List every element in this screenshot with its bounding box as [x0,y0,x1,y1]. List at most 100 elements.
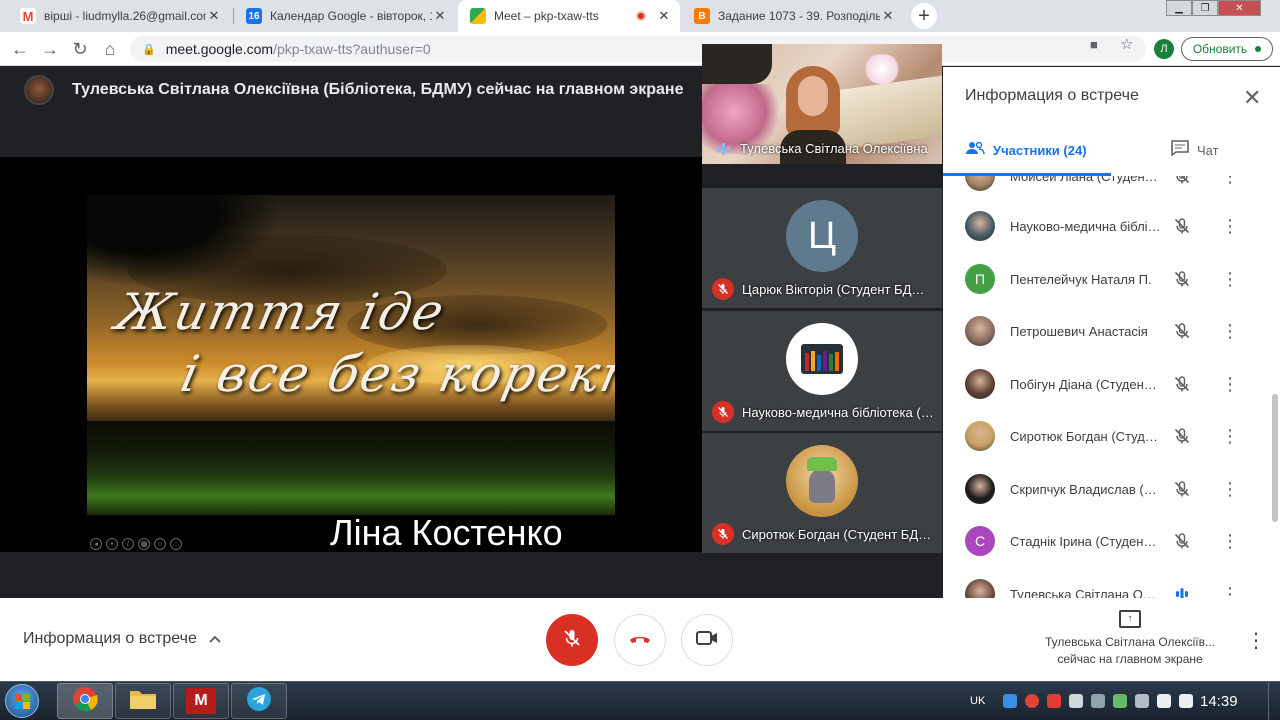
meeting-info-button[interactable]: Информация о встрече [23,630,221,648]
speaking-indicator-icon[interactable] [1171,583,1193,598]
update-button[interactable]: Обновить [1181,37,1273,61]
participant-avatar [786,445,858,517]
close-tab-icon[interactable]: ✕ [432,8,448,24]
toggle-mic-button[interactable] [546,614,598,666]
tab-chat[interactable]: Чат [1171,137,1219,163]
slides-grid-icon[interactable]: ▦ [138,538,150,550]
more-dot-icon [1255,46,1262,52]
tab-chat-label: Чат [1197,142,1219,158]
pen-icon[interactable]: / [122,538,134,550]
bookmark-star-icon[interactable]: ☆ [1120,35,1133,53]
more-options-icon[interactable]: ⋮ [1246,628,1266,653]
toggle-camera-button[interactable] [681,614,733,666]
forward-arrow-icon[interactable]: → [38,37,62,61]
profile-avatar[interactable]: Л [1154,39,1174,59]
show-desktop-button[interactable] [1268,682,1280,720]
taskbar-ppt-master[interactable]: M [173,683,229,719]
presentation-status[interactable]: ↑ Тулевська Світлана Олексіїв... сейчас … [1030,610,1230,668]
participant-row[interactable]: Побігун Діана (Студент БДМУ) ⋮ [943,358,1280,410]
participant-row[interactable]: С Стаднік Ірина (Студент БДМУ) ⋮ [943,515,1280,567]
participants-list[interactable]: Мойсей Ліана (Студент БДМУ)⋮Науково-меди… [943,176,1280,598]
zoom-icon[interactable]: ○ [154,538,166,550]
presenter-avatar [24,75,54,105]
volume-icon[interactable] [1179,694,1194,708]
windows-taskbar: M UK 14:39 [0,681,1280,720]
more-vert-icon[interactable]: ⋮ [1221,176,1239,185]
participant-tile[interactable]: Ц Царюк Вікторія (Студент БДМУ) [702,188,942,308]
tab-title: Meet – pkp-txaw-tts [494,9,599,23]
close-tab-icon[interactable]: ✕ [206,8,222,24]
participant-row[interactable]: Сиротюк Богдан (Студент БДМУ) ⋮ [943,410,1280,462]
browser-tab-strip: M вірші - liudmylla.26@gmail.com - G ✕ 1… [0,0,1280,32]
participant-tile[interactable]: Сиротюк Богдан (Студент БДМУ) [702,433,942,553]
start-button[interactable] [5,684,39,718]
taskbar-chrome[interactable] [57,683,113,719]
tab-meet[interactable]: Meet – pkp-txaw-tts ✕ [458,0,680,32]
maximize-button[interactable]: ❐ [1192,0,1218,16]
more-vert-icon[interactable]: ⋮ [1221,427,1239,445]
new-tab-button[interactable]: + [911,3,937,29]
reload-icon[interactable]: ↻ [68,37,92,61]
participant-row[interactable]: П Пентелейчук Наталя П. ⋮ [943,253,1280,305]
close-tab-icon[interactable]: ✕ [656,8,672,24]
more-vert-icon[interactable]: ⋮ [1221,322,1239,340]
mic-off-icon[interactable] [1171,373,1193,395]
participant-row[interactable]: Мойсей Ліана (Студент БДМУ) ⋮ [943,176,1280,202]
taskbar-clock[interactable]: 14:39 [1200,693,1238,710]
tab-calendar[interactable]: 16 Календар Google - вівторок, 16 бе ✕ [234,0,456,32]
tile-background-orchid [862,54,902,84]
more-vert-icon[interactable]: ⋮ [1221,532,1239,550]
participant-avatar [965,369,995,399]
participant-row[interactable]: Скрипчук Владислав (Студент БДМУ) ⋮ [943,463,1280,515]
participant-row[interactable]: Петрошевич Анастасія ⋮ [943,305,1280,357]
participant-tile[interactable]: Тулевська Світлана Олексіївна [702,44,942,164]
participant-row[interactable]: Науково-медична бібліотека (БДМУ) ⋮ [943,200,1280,252]
more-vert-icon[interactable]: ⋮ [1221,217,1239,235]
network-tray-icon[interactable] [1069,694,1084,708]
pointer-icon[interactable]: • [106,538,118,550]
participant-row[interactable]: Тулевська Світлана Олексіївна ⋮ [943,568,1280,598]
more-vert-icon[interactable]: ⋮ [1221,480,1239,498]
taskbar-telegram[interactable] [231,683,287,719]
minimize-button[interactable]: ▁ [1166,0,1192,16]
participant-tile[interactable]: Науково-медична бібліотека (БДМУ) [702,311,942,431]
tab-participants[interactable]: Участники (24) [965,137,1087,163]
language-indicator[interactable]: UK [970,695,985,707]
close-window-button[interactable]: ✕ [1218,0,1261,16]
mic-off-icon[interactable] [1171,268,1193,290]
mic-off-icon[interactable] [1171,425,1193,447]
address-bar[interactable]: 🔒 meet.google.com/pkp-txaw-tts?authuser=… [130,36,1146,62]
presenter-banner: Тулевська Світлана Олексіївна (Бібліотек… [24,73,683,107]
zoom-tray-icon[interactable] [1003,694,1018,708]
mic-off-icon[interactable] [1171,320,1193,342]
more-vert-icon[interactable]: ⋮ [1221,270,1239,288]
tile-name: Науково-медична бібліотека (БДМУ) [742,404,934,420]
camera-blocked-icon[interactable]: ■ [1090,37,1098,52]
close-panel-icon[interactable]: ✕ [1243,85,1261,111]
mic-off-icon[interactable] [1171,478,1193,500]
tab-blogger[interactable]: B Задание 1073 - 39. Розподільна вл ✕ [682,0,904,32]
mic-off-icon[interactable] [1171,530,1193,552]
present-screen-icon: ↑ [1119,610,1141,628]
mic-off-icon [712,401,734,423]
mic-off-icon[interactable] [1171,215,1193,237]
prev-slide-icon[interactable]: ◂ [90,538,102,550]
home-icon[interactable]: ⌂ [98,37,122,61]
signal-bars-icon[interactable] [1157,694,1172,708]
recorder-tray-icon[interactable] [1047,694,1062,708]
close-tab-icon[interactable]: ✕ [880,8,896,24]
tab-gmail[interactable]: M вірші - liudmylla.26@gmail.com - G ✕ [8,0,230,32]
updates-tray-icon[interactable] [1113,694,1128,708]
flag-tray-icon[interactable] [1091,694,1106,708]
more-vert-icon[interactable]: ⋮ [1221,585,1239,598]
more-options-icon[interactable]: … [170,538,182,550]
chrome-tray-icon[interactable] [1025,694,1040,708]
taskbar-explorer[interactable] [115,683,171,719]
back-arrow-icon[interactable]: ← [8,37,32,61]
mic-off-icon[interactable] [1171,176,1193,187]
slide-caption: Ліна Костенко [330,512,563,553]
leave-call-button[interactable] [614,614,666,666]
participants-scrollbar[interactable] [1272,394,1278,522]
display-tray-icon[interactable] [1135,694,1150,708]
more-vert-icon[interactable]: ⋮ [1221,375,1239,393]
